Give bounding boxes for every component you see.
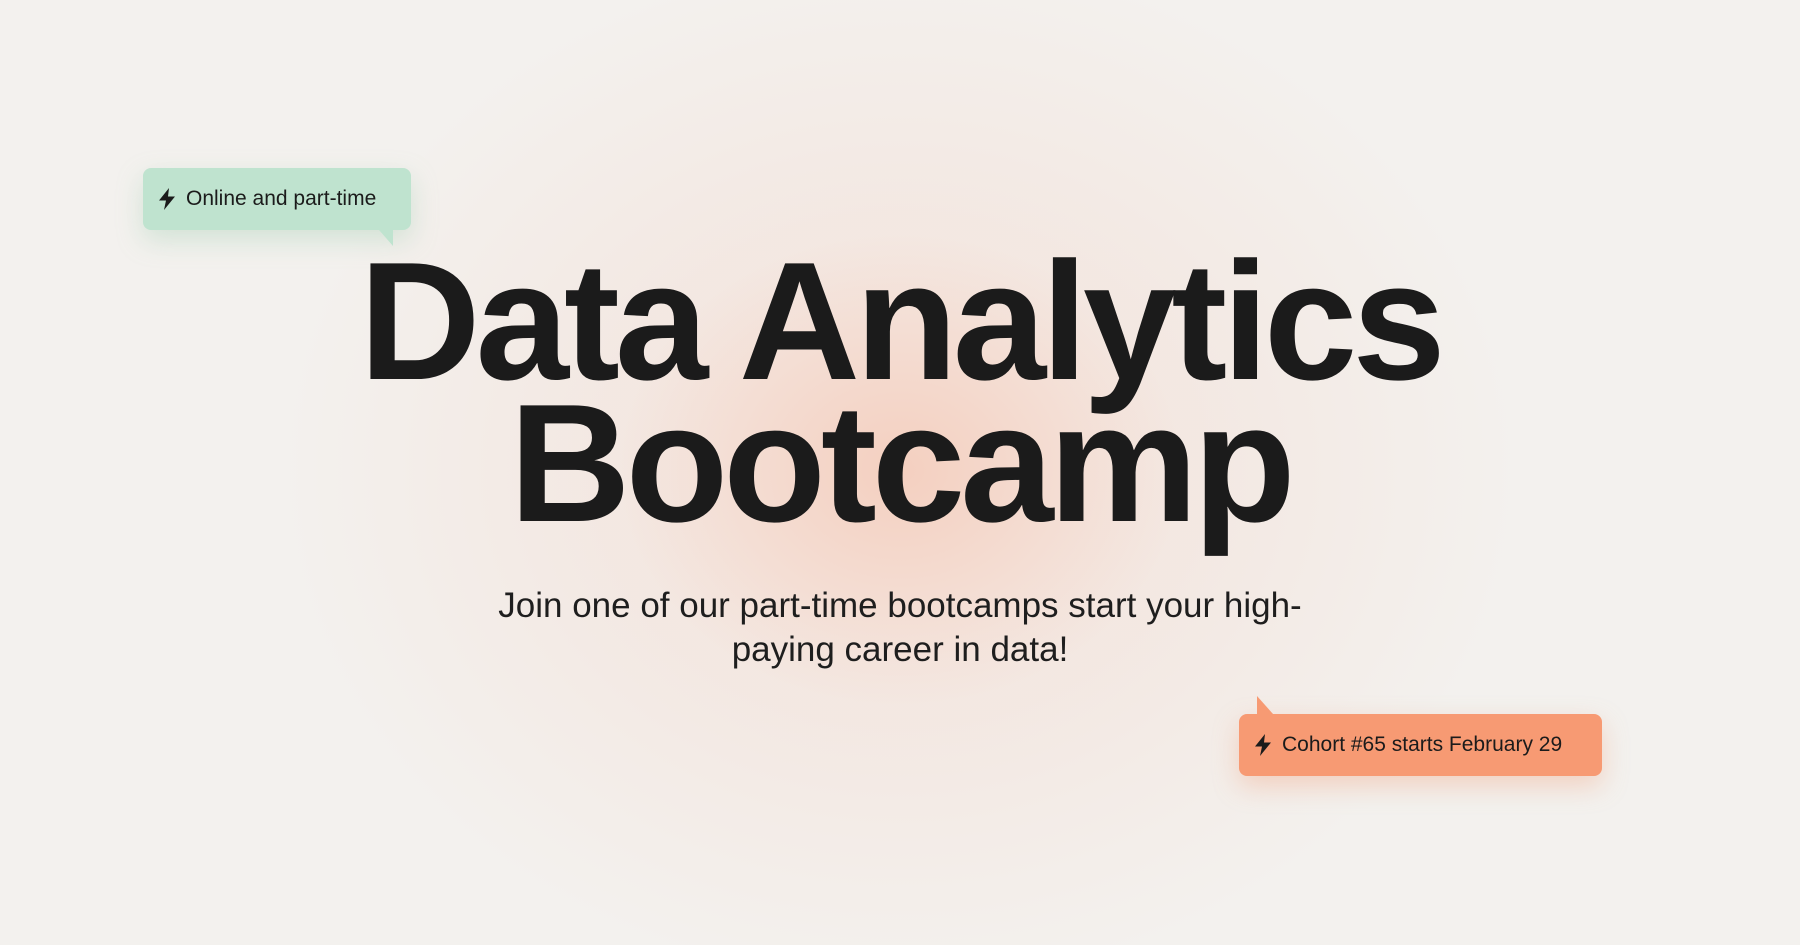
page-title: Data Analytics Bootcamp <box>0 237 1800 557</box>
lightning-bolt-icon <box>1255 734 1271 756</box>
page-subtitle: Join one of our part-time bootcamps star… <box>498 586 1302 669</box>
cohort-start-label: Cohort #65 starts February 29 <box>1282 733 1563 756</box>
online-part-time-label: Online and part-time <box>186 187 377 210</box>
online-part-time-badge: Online and part-time <box>143 168 411 246</box>
hero-banner: Online and part-time Data Analytics Boot… <box>0 0 1800 945</box>
cohort-start-badge: Cohort #65 starts February 29 <box>1239 696 1602 776</box>
lightning-bolt-icon <box>159 188 175 210</box>
title-line-2: Bootcamp <box>509 369 1295 557</box>
